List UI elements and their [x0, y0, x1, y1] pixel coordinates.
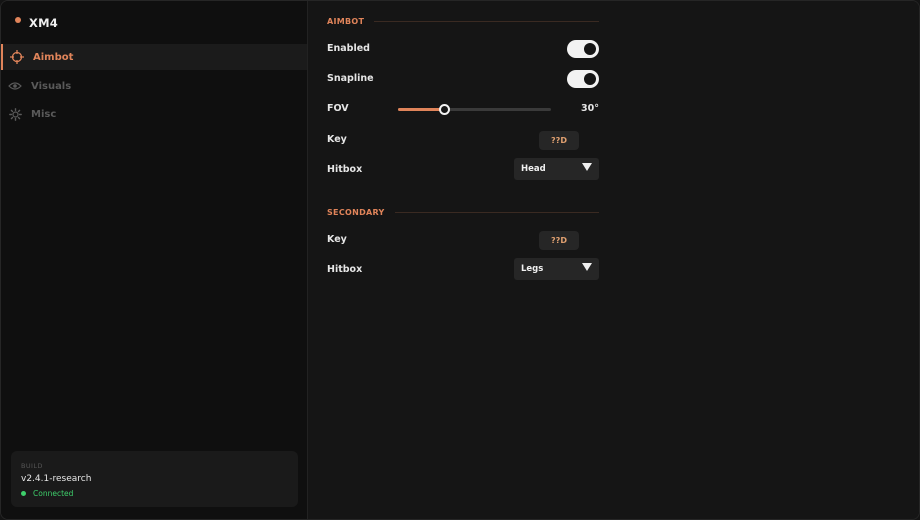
sidebar-item-label: Visuals: [31, 80, 72, 92]
fov-row: FOV 30°: [327, 99, 599, 121]
connection-status: Connected: [21, 489, 73, 498]
select-value: Legs: [521, 264, 544, 274]
secondary-key-row: Key ??D: [327, 230, 599, 252]
eye-icon: [7, 78, 23, 94]
secondary-key-bind-button[interactable]: ??D: [539, 231, 579, 250]
key-label: Key: [327, 134, 347, 145]
section-header-secondary: SECONDARY: [327, 205, 599, 219]
brand: XM4: [15, 15, 58, 31]
key-label: Key: [327, 234, 347, 245]
build-card: BUILD v2.4.1-research Connected: [11, 451, 298, 507]
chevron-down-icon: [582, 263, 592, 271]
section-divider: [394, 211, 599, 213]
fov-slider[interactable]: [398, 104, 551, 115]
section-divider: [374, 20, 599, 22]
slider-fill: [398, 108, 444, 111]
secondary-hitbox-select[interactable]: Legs: [514, 258, 599, 280]
key-bind-button[interactable]: ??D: [539, 131, 579, 150]
toggle-knob: [584, 43, 596, 55]
gear-icon: [7, 106, 23, 122]
snapline-row: Snapline: [327, 69, 599, 91]
build-label: BUILD: [21, 462, 43, 470]
hitbox-row: Hitbox Head: [327, 158, 599, 180]
snapline-toggle[interactable]: [567, 70, 599, 88]
slider-thumb[interactable]: [438, 104, 450, 115]
snapline-label: Snapline: [327, 73, 374, 84]
fov-value: 30°: [581, 103, 599, 114]
brand-dot: [15, 17, 21, 23]
sidebar-item-misc[interactable]: Misc: [1, 101, 307, 127]
enabled-toggle[interactable]: [567, 40, 599, 58]
status-text: Connected: [33, 489, 74, 498]
main-panel: AIMBOT Enabled Snapline FOV 30° Key ??D …: [308, 1, 919, 519]
key-row: Key ??D: [327, 130, 599, 152]
fov-label: FOV: [327, 103, 349, 114]
secondary-hitbox-row: Hitbox Legs: [327, 258, 599, 280]
app-title: XM4: [29, 16, 58, 30]
app-window: XM4 Aimbot Visuals Misc BUILD v2.4.1-res…: [0, 0, 920, 520]
select-value: Head: [521, 164, 546, 174]
status-dot: [21, 491, 26, 496]
enabled-row: Enabled: [327, 39, 599, 61]
toggle-knob: [584, 73, 596, 85]
sidebar-item-label: Misc: [31, 108, 57, 120]
enabled-label: Enabled: [327, 43, 370, 54]
chevron-down-icon: [582, 163, 592, 171]
section-header-aimbot: AIMBOT: [327, 14, 599, 28]
section-title: AIMBOT: [327, 16, 365, 26]
sidebar-item-visuals[interactable]: Visuals: [1, 73, 307, 99]
hitbox-select[interactable]: Head: [514, 158, 599, 180]
sidebar-item-aimbot[interactable]: Aimbot: [1, 44, 307, 70]
sidebar-item-label: Aimbot: [33, 51, 74, 63]
hitbox-label: Hitbox: [327, 164, 363, 175]
crosshair-icon: [9, 49, 25, 65]
build-version: v2.4.1-research: [21, 474, 92, 484]
hitbox-label: Hitbox: [327, 264, 363, 275]
sidebar: XM4 Aimbot Visuals Misc BUILD v2.4.1-res…: [1, 1, 308, 519]
section-title: SECONDARY: [327, 207, 385, 217]
